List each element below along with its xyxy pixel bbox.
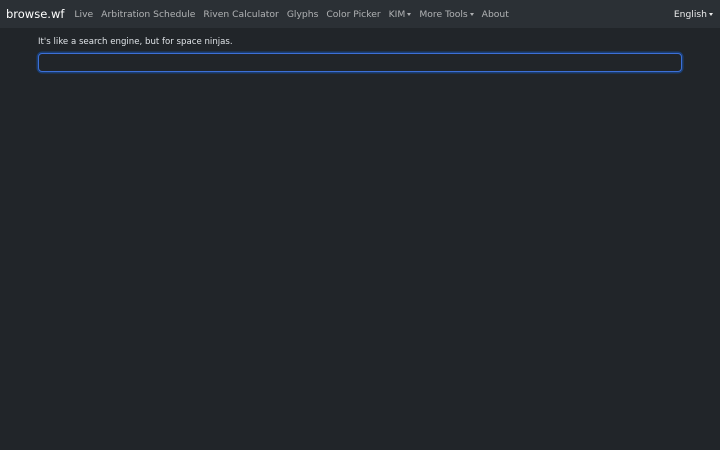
language-selector[interactable]: English (674, 0, 713, 28)
nav-dropdown-more-tools[interactable]: More Tools (419, 8, 474, 20)
nav-dropdown-kim[interactable]: KIM (389, 9, 412, 20)
caret-down-icon (407, 12, 412, 16)
nav-link-live-label: Live (74, 8, 94, 20)
brand-link[interactable]: browse.wf (6, 7, 64, 21)
nav-link-glyphs-label: Glyphs (286, 8, 319, 20)
caret-down-icon (469, 12, 474, 16)
tagline: It's like a search engine, but for space… (38, 37, 233, 47)
nav-link-color-picker-label: Color Picker (326, 8, 381, 20)
caret-down-icon (709, 12, 713, 16)
nav-link-about[interactable]: About (482, 9, 509, 20)
nav-link-color-picker[interactable]: Color Picker (326, 9, 380, 20)
nav-link-riven-calculator[interactable]: Riven Calculator (203, 9, 278, 20)
nav-dropdown-more-tools-label: More Tools (419, 8, 468, 20)
nav-dropdown-kim-label: KIM (388, 8, 406, 20)
nav-link-glyphs[interactable]: Glyphs (287, 9, 319, 20)
main-content: It's like a search engine, but for space… (0, 28, 720, 72)
language-selector-label: English (673, 8, 707, 20)
nav-link-arbitration-schedule-label: Arbitration Schedule (101, 8, 196, 20)
search-input[interactable] (38, 53, 682, 72)
nav-link-arbitration-schedule[interactable]: Arbitration Schedule (101, 9, 195, 20)
nav-link-live[interactable]: Live (74, 9, 93, 20)
nav-link-riven-calculator-label: Riven Calculator (203, 8, 279, 20)
nav-links: Live Arbitration Schedule Riven Calculat… (74, 9, 516, 20)
nav-link-about-label: About (481, 8, 509, 20)
top-navbar: browse.wf Live Arbitration Schedule Rive… (0, 0, 720, 28)
